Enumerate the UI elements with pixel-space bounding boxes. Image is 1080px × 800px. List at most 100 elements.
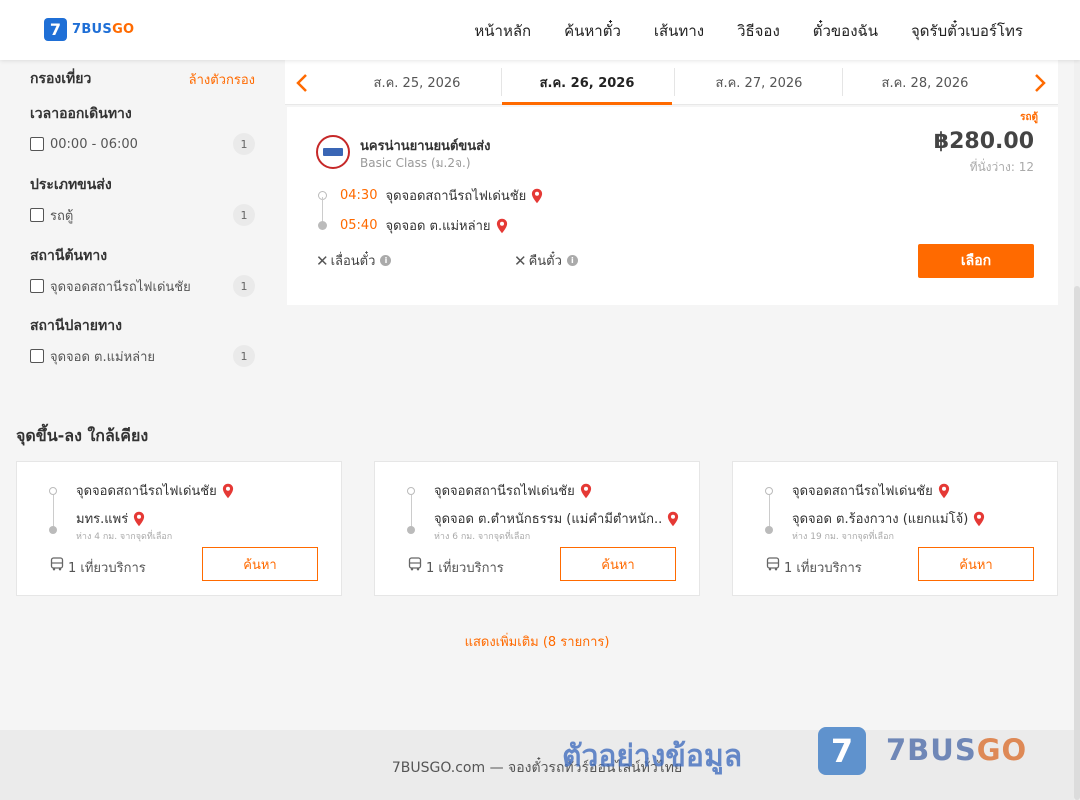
- nearby-card: จุดจอดสถานีรถไฟเด่นชัย จุดจอด ต.ตำหนักธร…: [374, 461, 700, 596]
- main-nav: หน้าหลัก ค้นหาตั๋ว เส้นทาง วิธีจอง ตั๋วข…: [474, 19, 1023, 43]
- logo-text-part2: GO: [112, 22, 135, 37]
- filter-group-title: ประเภทขนส่ง: [30, 177, 112, 193]
- nearby-to-stop: จุดจอด ต.ตำหนักธรรม (แม่คำมีตำหนัก...: [434, 512, 662, 527]
- next-date-arrow[interactable]: [1033, 73, 1047, 97]
- checkbox-destination-station[interactable]: [30, 349, 44, 363]
- nearby-trip-count: 1 เที่ยวบริการ: [426, 561, 504, 576]
- page-scrollbar[interactable]: [1074, 60, 1080, 800]
- filter-option-label: จุดจอดสถานีรถไฟเด่นชัย: [50, 279, 191, 295]
- not-allowed-icon: ✕: [514, 251, 527, 270]
- timeline-end-dot: [407, 526, 415, 534]
- filter-option-label: รถตู้: [50, 208, 74, 224]
- timeline-line: [768, 495, 770, 528]
- arrival-time: 05:40: [340, 218, 378, 233]
- checkbox-origin-station[interactable]: [30, 279, 44, 293]
- nearby-from-stop: จุดจอดสถานีรถไฟเด่นชัย: [434, 484, 575, 499]
- bus-icon: [766, 557, 780, 571]
- date-tab-aug-28[interactable]: ส.ค. 28, 2026: [840, 60, 1010, 105]
- map-pin-icon[interactable]: [667, 511, 679, 527]
- watermark-text: ตัวอย่างข้อมูล: [562, 739, 743, 774]
- nav-search-tickets[interactable]: ค้นหาตั๋ว: [564, 19, 621, 43]
- nav-my-tickets[interactable]: ตั๋วของฉัน: [813, 19, 878, 43]
- filter-group-destination-station: สถานีปลายทาง จุดจอด ต.แม่หล่าย 1: [30, 315, 255, 367]
- filter-option-left: 00:00 - 06:00: [30, 137, 138, 152]
- nav-ticket-pickup[interactable]: จุดรับตั๋วเบอร์โทร: [911, 19, 1023, 43]
- filter-header: กรองเที่ยว ล้างตัวกรอง: [30, 68, 255, 90]
- watermark-brand-part1: 7BUS: [886, 733, 977, 767]
- nav-how-to-book[interactable]: วิธีจอง: [737, 19, 780, 43]
- bus-icon: [408, 557, 422, 571]
- chevron-right-icon: [1035, 74, 1046, 92]
- not-allowed-icon: ✕: [316, 251, 329, 270]
- nearby-distance: ห่าง 19 กม. จากจุดที่เลือก: [792, 532, 894, 542]
- map-pin-icon[interactable]: [580, 483, 592, 499]
- info-icon[interactable]: i: [566, 255, 578, 266]
- timeline-end-dot: [49, 526, 57, 534]
- show-more-link[interactable]: แสดงเพิ่มเติม (8 รายการ): [0, 631, 1074, 652]
- filter-option-left: จุดจอด ต.แม่หล่าย: [30, 346, 155, 367]
- nav-home[interactable]: หน้าหลัก: [474, 19, 531, 43]
- date-selector: ส.ค. 25, 2026 ส.ค. 26, 2026 ส.ค. 27, 202…: [285, 60, 1058, 105]
- filter-option-origin[interactable]: จุดจอดสถานีรถไฟเด่นชัย 1: [30, 275, 255, 297]
- nearby-to-row: จุดจอด ต.ตำหนักธรรม (แม่คำมีตำหนัก...: [434, 508, 679, 529]
- checkbox-time-0000-0600[interactable]: [30, 137, 44, 151]
- operator-logo-mark: [323, 148, 343, 156]
- timeline-start-dot: [765, 487, 773, 495]
- departure-time: 04:30: [340, 188, 378, 203]
- filter-option-destination[interactable]: จุดจอด ต.แม่หล่าย 1: [30, 345, 255, 367]
- timeline-line: [52, 495, 54, 528]
- nearby-trip-count: 1 เที่ยวบริการ: [784, 561, 862, 576]
- map-pin-icon[interactable]: [531, 188, 543, 204]
- filter-group-transport-type: ประเภทขนส่ง รถตู้ 1: [30, 174, 255, 226]
- scrollbar-thumb[interactable]: [1074, 286, 1080, 800]
- nearby-search-button[interactable]: ค้นหา: [560, 547, 676, 581]
- reschedule-policy[interactable]: ✕ เลื่อนตั๋ว i: [316, 250, 392, 271]
- timeline-end-dot: [318, 221, 327, 230]
- nearby-section-title: จุดขึ้น-ลง ใกล้เคียง: [16, 426, 149, 445]
- nearby-to-stop: จุดจอด ต.ร้องกวาง (แยกแม่โจ้): [792, 512, 969, 527]
- departure-stop: จุดจอดสถานีรถไฟเด่นชัย: [385, 189, 527, 204]
- nearby-from-stop: จุดจอดสถานีรถไฟเด่นชัย: [792, 484, 933, 499]
- nearby-from-row: จุดจอดสถานีรถไฟเด่นชัย: [792, 480, 950, 501]
- nearby-to-row: มทร.แพร่: [76, 508, 145, 529]
- nearby-card: จุดจอดสถานีรถไฟเด่นชัย จุดจอด ต.ร้องกวาง…: [732, 461, 1058, 596]
- nearby-to-stop: มทร.แพร่: [76, 512, 129, 527]
- timeline-start-dot: [49, 487, 57, 495]
- refund-policy[interactable]: ✕ คืนตั๋ว i: [514, 250, 578, 271]
- clear-filters-link[interactable]: ล้างตัวกรอง: [189, 69, 255, 90]
- map-pin-icon[interactable]: [973, 511, 985, 527]
- departure-row: 04:30 จุดจอดสถานีรถไฟเด่นชัย: [340, 185, 543, 206]
- filter-group-title: เวลาออกเดินทาง: [30, 106, 132, 122]
- nav-routes[interactable]: เส้นทาง: [654, 19, 704, 43]
- map-pin-icon[interactable]: [222, 483, 234, 499]
- prev-date-arrow[interactable]: [295, 73, 309, 97]
- nearby-from-row: จุดจอดสถานีรถไฟเด่นชัย: [434, 480, 592, 501]
- date-tab-aug-26[interactable]: ส.ค. 26, 2026: [502, 60, 672, 105]
- timeline-end-dot: [765, 526, 773, 534]
- count-badge: 1: [233, 275, 255, 297]
- filter-option-van[interactable]: รถตู้ 1: [30, 204, 255, 226]
- info-icon[interactable]: i: [380, 255, 392, 266]
- logo-badge: 7: [44, 18, 67, 41]
- map-pin-icon[interactable]: [133, 511, 145, 527]
- date-tab-aug-27[interactable]: ส.ค. 27, 2026: [674, 60, 844, 105]
- nearby-search-button[interactable]: ค้นหา: [918, 547, 1034, 581]
- watermark-logo-badge: 7: [818, 727, 866, 775]
- arrival-stop: จุดจอด ต.แม่หล่าย: [385, 219, 491, 234]
- operator-logo: [316, 135, 350, 169]
- filter-title: กรองเที่ยว: [30, 71, 92, 87]
- filter-option-label: 00:00 - 06:00: [50, 136, 138, 152]
- checkbox-van[interactable]: [30, 208, 44, 222]
- filter-option-left: รถตู้: [30, 205, 73, 226]
- map-pin-icon[interactable]: [938, 483, 950, 499]
- service-class: Basic Class (ม.2จ.): [360, 156, 471, 170]
- select-trip-button[interactable]: เลือก: [918, 244, 1034, 278]
- watermark-brand-part2: GO: [976, 733, 1028, 767]
- timeline-line: [410, 495, 412, 528]
- map-pin-icon[interactable]: [496, 218, 508, 234]
- nearby-search-button[interactable]: ค้นหา: [202, 547, 318, 581]
- filter-option-time[interactable]: 00:00 - 06:00 1: [30, 133, 255, 155]
- date-tab-aug-25[interactable]: ส.ค. 25, 2026: [332, 60, 502, 105]
- filter-option-left: จุดจอดสถานีรถไฟเด่นชัย: [30, 276, 191, 297]
- site-logo[interactable]: 7 7BUSGO: [44, 18, 134, 41]
